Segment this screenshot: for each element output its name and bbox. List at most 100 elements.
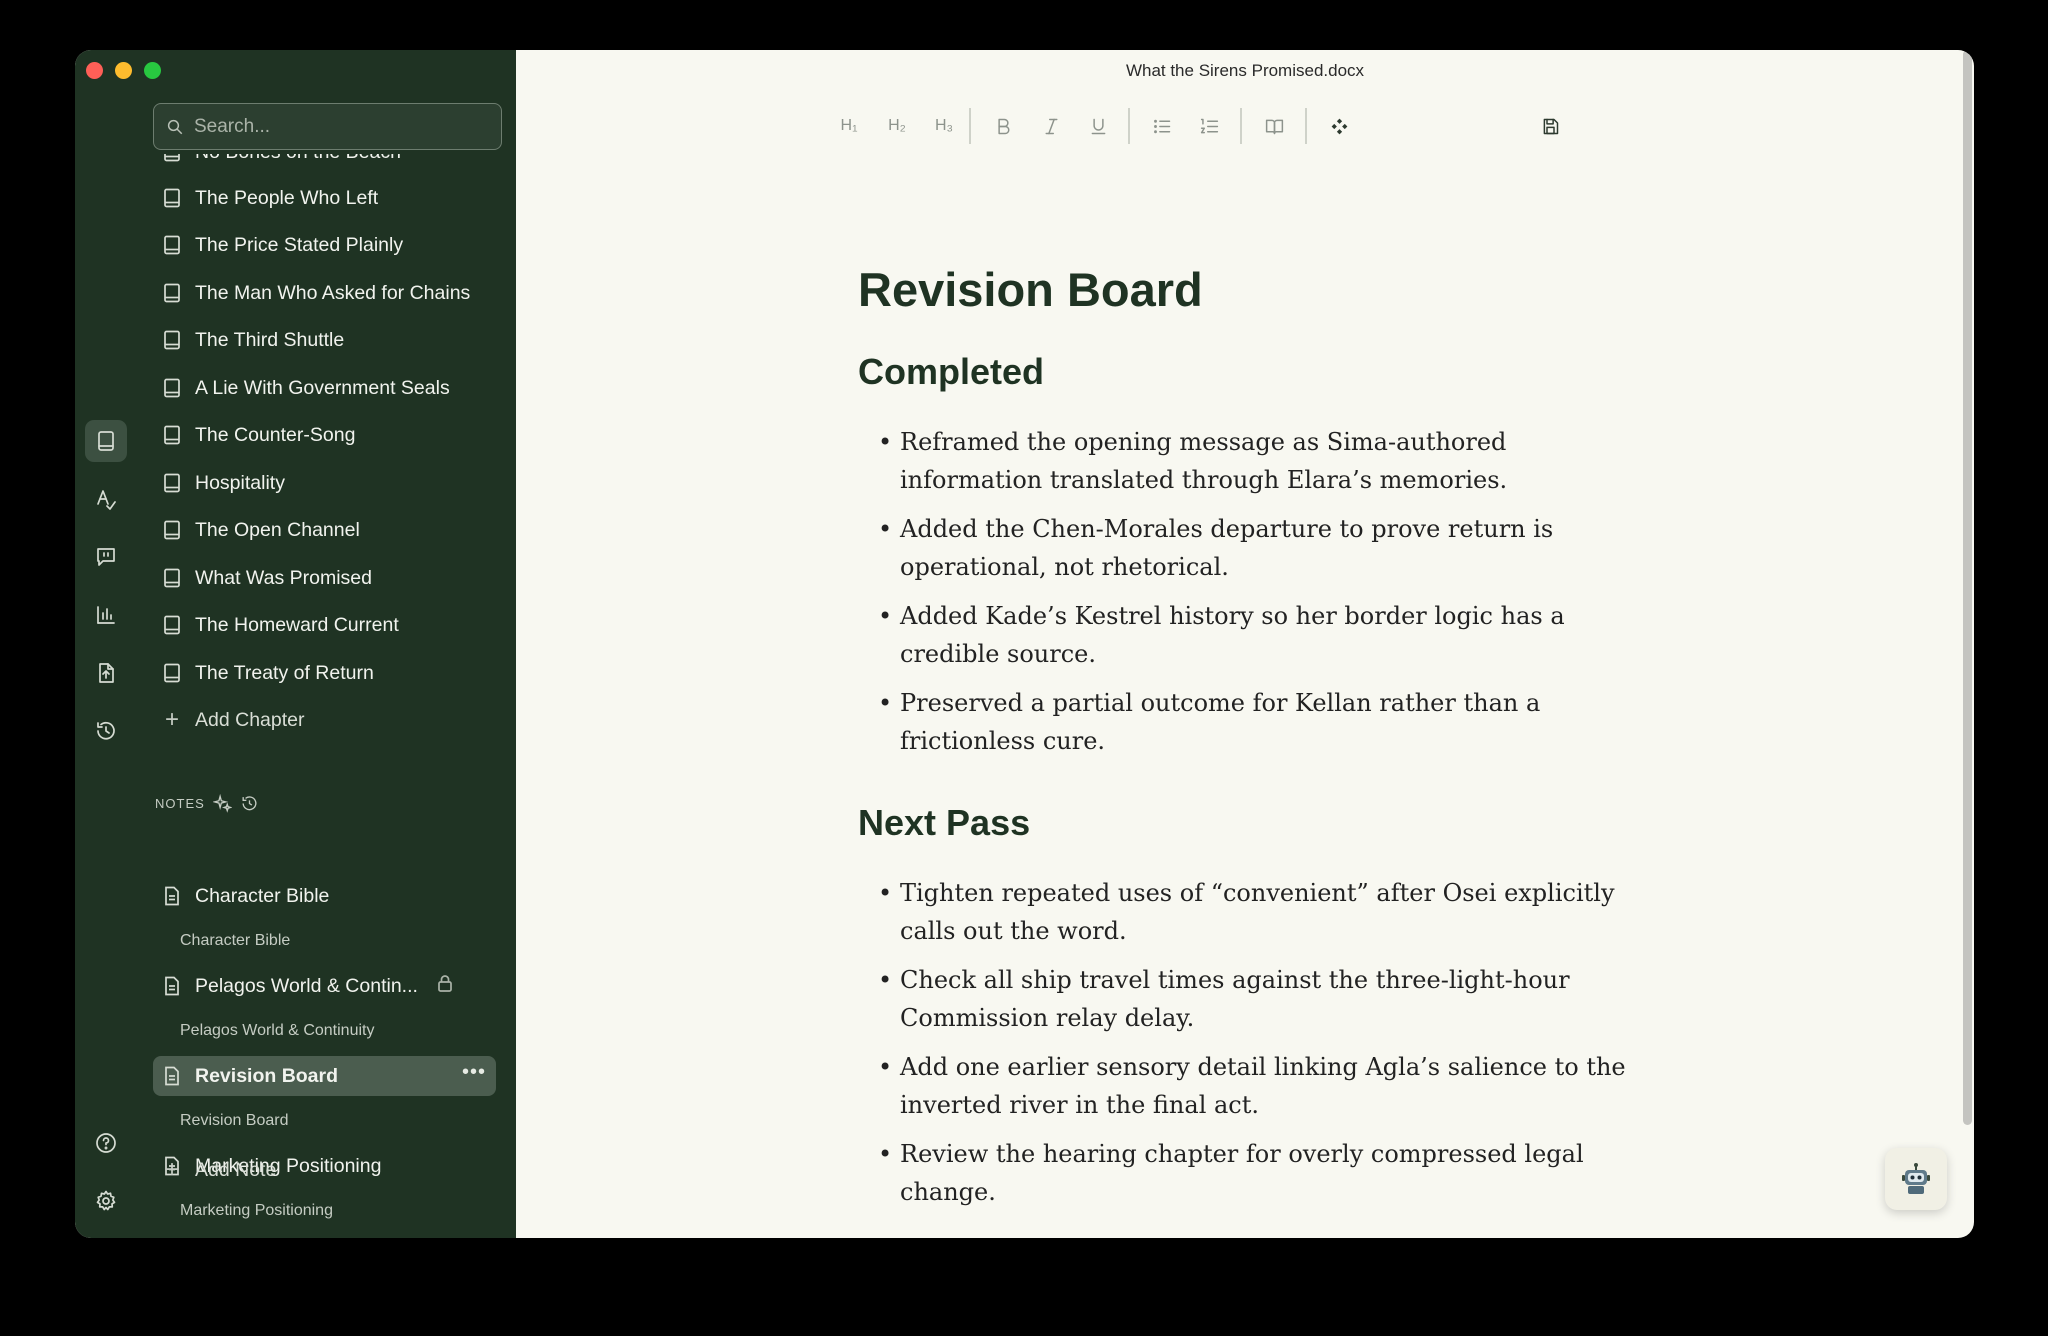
bold-icon — [997, 118, 1009, 134]
chapter-title: The Treaty of Return — [195, 661, 374, 684]
chapter-item[interactable]: The People Who Left — [153, 178, 493, 218]
underline-button[interactable] — [1078, 106, 1118, 146]
chapter-item[interactable]: The Counter-Song — [153, 415, 493, 455]
note-subtitle[interactable]: Pelagos World & Continuity — [180, 1022, 374, 1040]
book-icon — [164, 663, 180, 683]
sparkles-icon[interactable] — [212, 794, 232, 813]
chapter-item[interactable]: The Price Stated Plainly — [153, 225, 493, 265]
toolbar-divider — [1305, 108, 1307, 144]
chapter-item[interactable]: Hospitality — [153, 463, 493, 503]
book-icon — [164, 283, 180, 303]
editor: What the Sirens Promised.docx H₁ H₂ H₃ R… — [516, 50, 1974, 1238]
settings-rail-button[interactable] — [85, 1180, 127, 1222]
search-icon — [167, 119, 183, 134]
comments-rail-button[interactable] — [85, 536, 127, 578]
numbered-list-button[interactable] — [1189, 106, 1229, 146]
chapter-item[interactable]: The Man Who Asked for Chains — [153, 273, 493, 313]
chapter-title: Hospitality — [195, 471, 285, 494]
list-item: Reframed the opening message as Sima-aut… — [858, 423, 1628, 499]
list-item: Added the Chen-Morales departure to prov… — [858, 510, 1628, 586]
bar-chart-icon — [97, 606, 115, 624]
history-icon[interactable] — [240, 794, 259, 813]
chapter-item[interactable]: A Lie With Government Seals — [153, 368, 493, 408]
chapter-title: The Counter-Song — [195, 423, 356, 446]
chapter-item[interactable]: The Treaty of Return — [153, 653, 493, 693]
sidebar-list: No Bones on the Beach The People Who Lef… — [153, 154, 516, 1238]
book-icon — [164, 330, 180, 350]
italic-icon — [1045, 118, 1057, 134]
document-icon — [165, 976, 179, 996]
file-export-icon — [99, 663, 114, 683]
diamond-cluster-icon — [1331, 118, 1347, 134]
document-icon — [165, 1066, 179, 1086]
document-icon — [165, 886, 179, 906]
note-title: Character Bible — [195, 884, 330, 907]
note-item-character-bible[interactable]: Character Bible — [153, 876, 493, 916]
document-body[interactable]: Revision Board Completed Reframed the op… — [858, 262, 1628, 1238]
note-subtitle[interactable]: Revision Board — [180, 1112, 289, 1130]
export-rail-button[interactable] — [85, 652, 127, 694]
toolbar-divider — [969, 108, 971, 144]
chapter-title: The Homeward Current — [195, 613, 399, 636]
chapter-title: The Third Shuttle — [195, 328, 345, 351]
list-item: Review the hearing chapter for overly co… — [858, 1135, 1628, 1211]
robot-icon — [1902, 1163, 1930, 1194]
search-box[interactable] — [153, 103, 502, 150]
add-note-label: Add Note — [195, 1158, 277, 1181]
stats-rail-button[interactable] — [85, 594, 127, 636]
chapter-item[interactable]: The Homeward Current — [153, 605, 493, 645]
formatting-toolbar: H₁ H₂ H₃ — [516, 106, 1974, 150]
chapter-item[interactable]: The Open Channel — [153, 510, 493, 550]
book-icon — [164, 378, 180, 398]
document-title: What the Sirens Promised.docx — [1125, 61, 1365, 80]
bullet-list-icon — [1153, 119, 1170, 133]
book-icon — [164, 615, 180, 635]
chapter-item[interactable]: What Was Promised — [153, 558, 493, 598]
more-options-icon[interactable]: ••• — [462, 1061, 486, 1084]
book-icon — [164, 473, 180, 493]
icon-rail — [75, 50, 153, 1238]
note-subtitle[interactable]: Character Bible — [180, 932, 290, 950]
completed-list: Reframed the opening message as Sima-aut… — [858, 423, 1628, 760]
list-item: Add one earlier sensory detail linking A… — [858, 1048, 1628, 1124]
note-subtitle[interactable]: Marketing Positioning — [180, 1202, 333, 1220]
spellcheck-rail-button[interactable] — [85, 478, 127, 520]
help-rail-button[interactable] — [85, 1122, 127, 1164]
assistant-button[interactable] — [1885, 1148, 1947, 1210]
heading-2-button[interactable]: H₂ — [877, 106, 917, 146]
component-button[interactable] — [1319, 106, 1359, 146]
chapter-title: The Man Who Asked for Chains — [195, 281, 471, 304]
note-title: Revision Board — [195, 1064, 339, 1087]
chapters-rail-button[interactable] — [85, 420, 127, 462]
heading-1-button[interactable]: H₁ — [829, 106, 869, 146]
book-icon — [164, 520, 180, 540]
history-rail-button[interactable] — [85, 710, 127, 752]
chapter-item[interactable]: No Bones on the Beach — [153, 154, 493, 172]
chapter-title: A Lie With Government Seals — [195, 376, 450, 399]
note-item-revision-board[interactable]: Revision Board ••• — [153, 1056, 496, 1096]
bold-button[interactable] — [983, 106, 1023, 146]
chapter-title: The People Who Left — [195, 186, 379, 209]
search-input[interactable] — [194, 115, 474, 138]
add-note-button[interactable]: + Add Note — [163, 1150, 276, 1190]
list-item: Check all ship travel times against the … — [858, 961, 1628, 1037]
italic-button[interactable] — [1031, 106, 1071, 146]
save-button[interactable] — [1530, 106, 1570, 146]
next-pass-list: Tighten repeated uses of “convenient” af… — [858, 874, 1628, 1211]
add-chapter-button[interactable]: + Add Chapter — [163, 700, 305, 740]
note-item-pelagos-world[interactable]: Pelagos World & Contin... — [153, 966, 493, 1006]
heading-3-button[interactable]: H₃ — [924, 106, 964, 146]
gear-icon — [96, 1190, 116, 1211]
note-title: Pelagos World & Contin... — [195, 974, 418, 997]
chapter-item[interactable]: The Third Shuttle — [153, 320, 493, 360]
sidebar: No Bones on the Beach The People Who Lef… — [75, 50, 516, 1238]
history-icon — [97, 721, 115, 740]
chapter-title: The Price Stated Plainly — [195, 233, 404, 256]
plus-icon: + — [164, 1156, 179, 1183]
notes-header: NOTES — [155, 794, 259, 813]
book-icon — [164, 568, 180, 588]
spellcheck-icon — [97, 490, 116, 510]
reading-view-button[interactable] — [1254, 106, 1294, 146]
bulleted-list-button[interactable] — [1142, 106, 1182, 146]
editor-scrollbar[interactable] — [1963, 50, 1972, 1125]
